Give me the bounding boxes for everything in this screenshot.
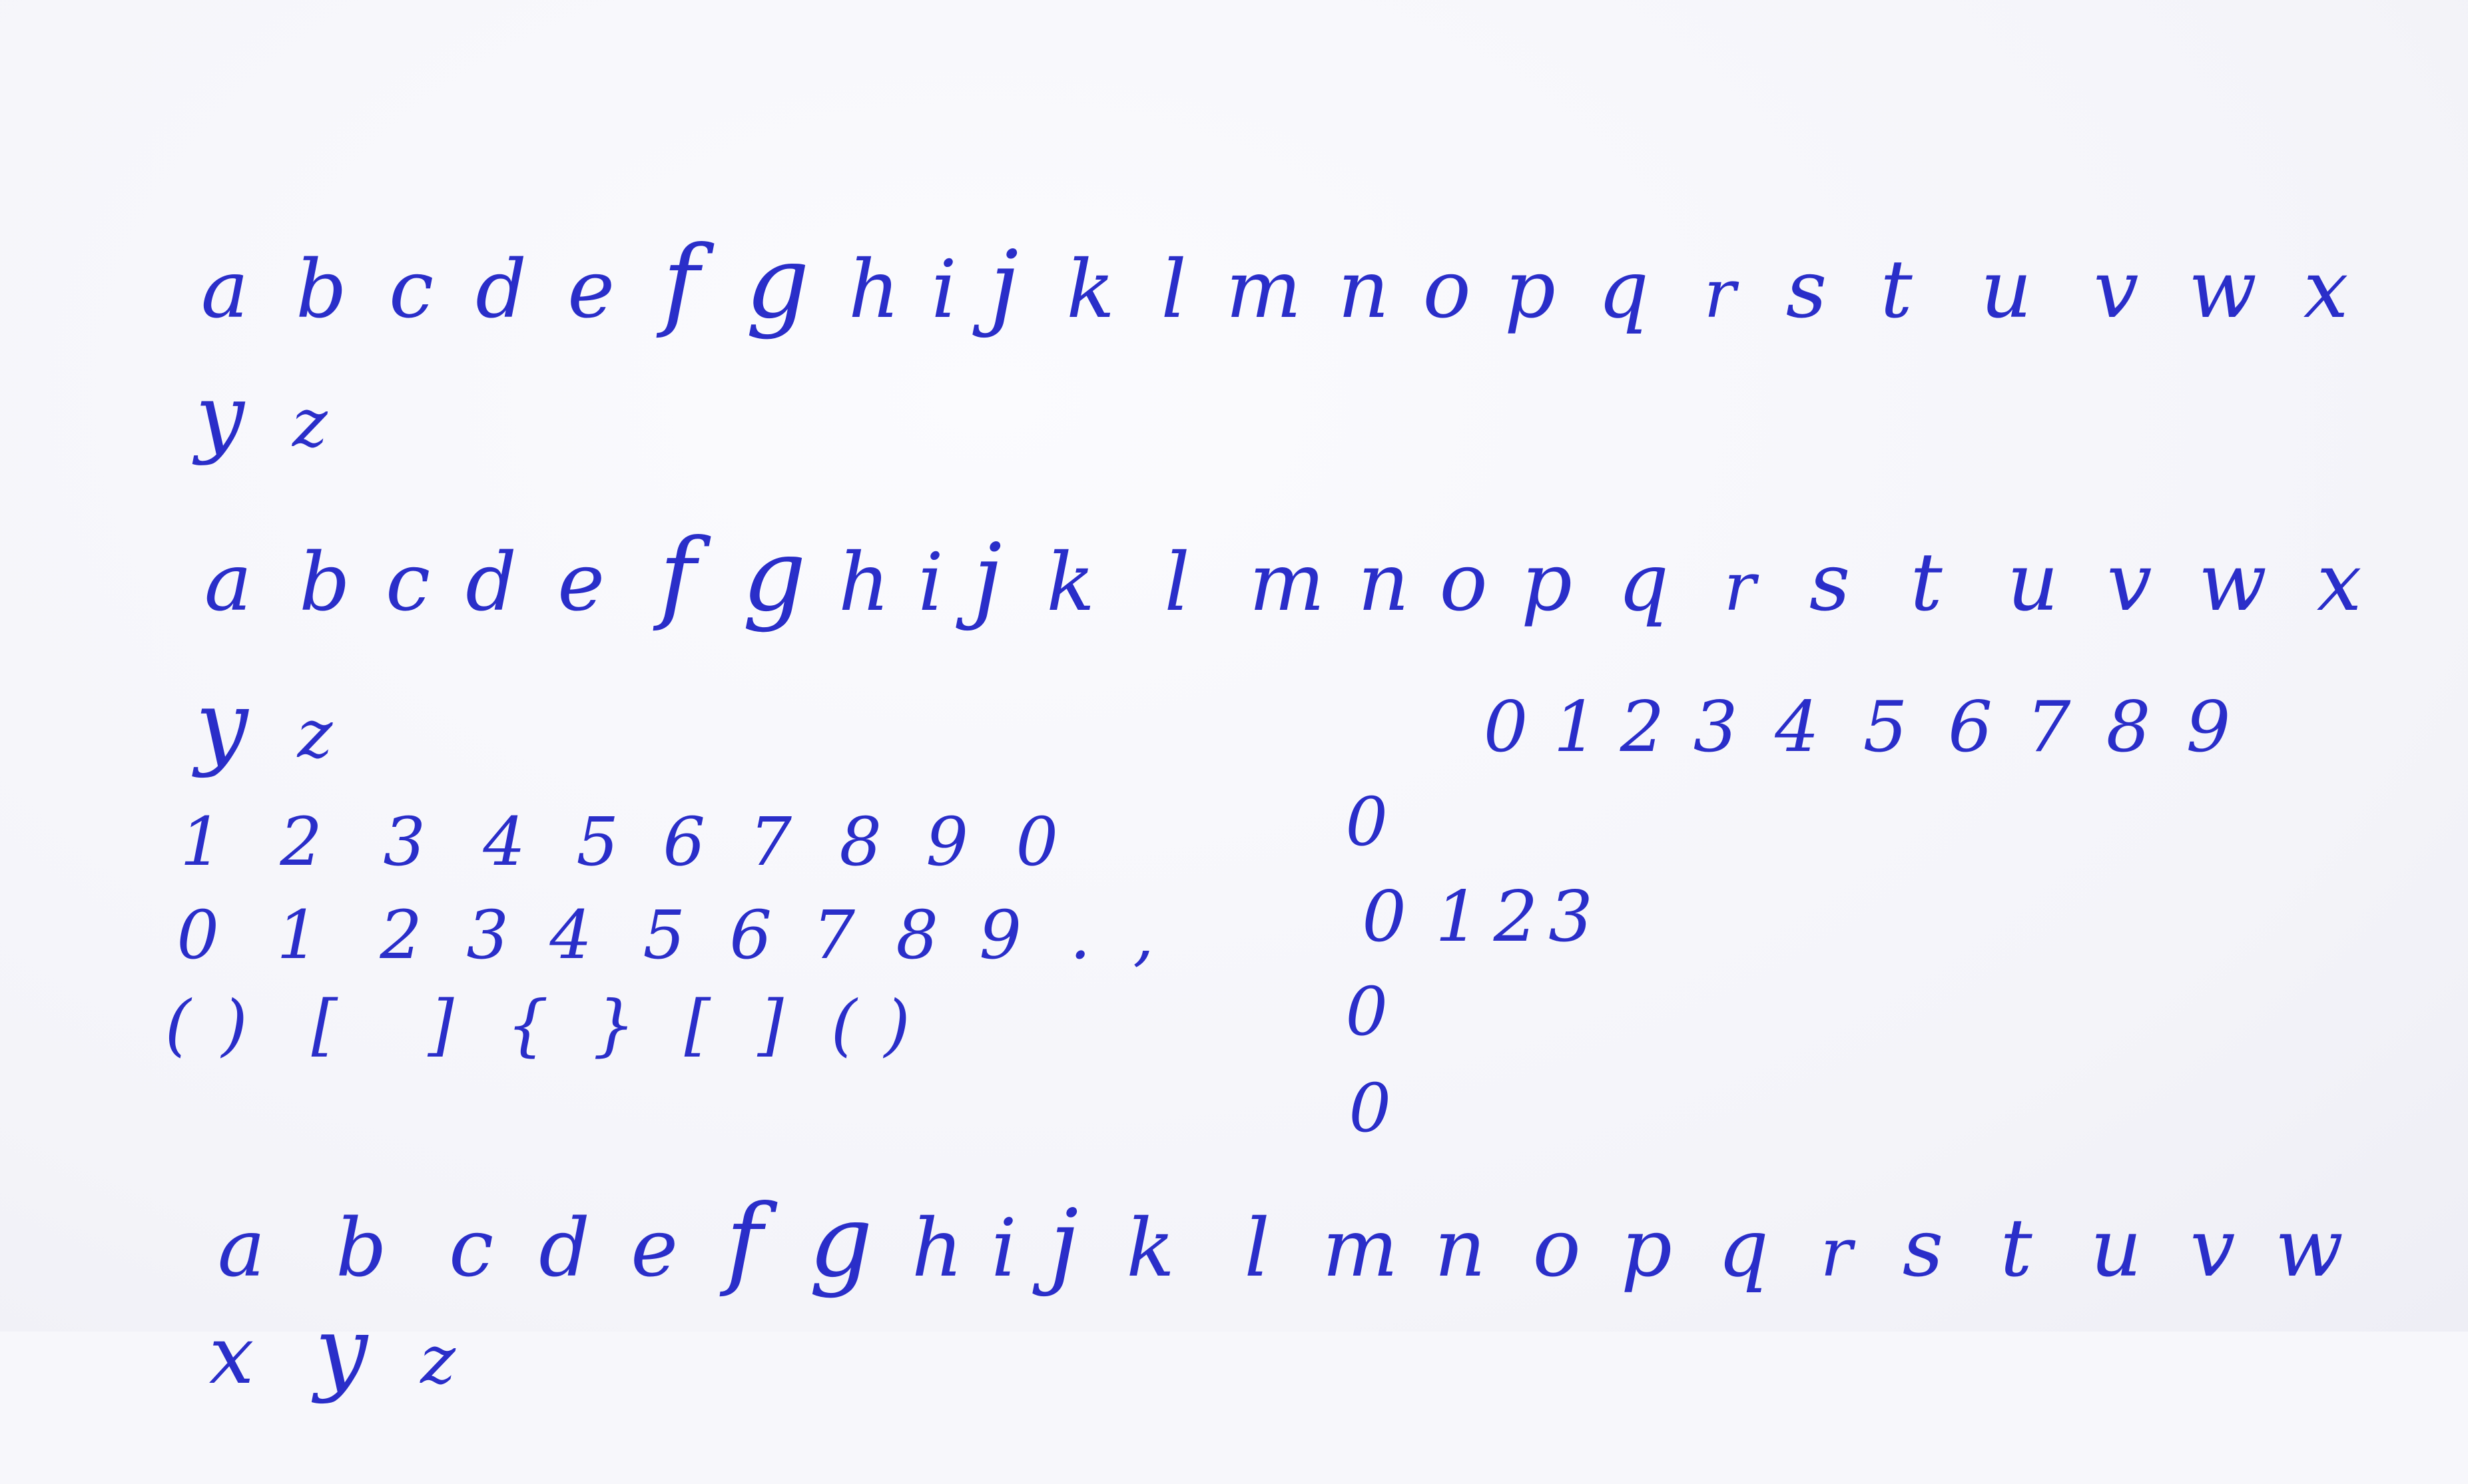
glyph: w: [2275, 1202, 2343, 1295]
glyph: h: [838, 537, 890, 629]
glyph: s: [1809, 537, 1851, 629]
glyph: h: [848, 244, 900, 336]
glyph: 2: [1620, 686, 1665, 768]
glyph: g: [745, 225, 810, 341]
brackets-row: () [] {} [] (): [67, 925, 924, 1125]
glyph: q: [1618, 537, 1669, 629]
glyph: j: [989, 231, 1019, 340]
glyph: j: [1049, 1190, 1079, 1298]
alphabet-3-line-2: xyz: [77, 1225, 478, 1478]
glyph: (: [164, 986, 191, 1064]
glyph: z: [420, 1321, 456, 1399]
glyph: p: [1504, 244, 1556, 336]
glyph: i: [918, 537, 944, 629]
glyph: c: [385, 537, 431, 629]
glyph: k: [1066, 244, 1115, 336]
glyph: i: [991, 1202, 1017, 1295]
glyph: ]: [757, 986, 784, 1064]
glyph: o: [1422, 244, 1471, 336]
glyph: [: [684, 986, 711, 1064]
glyph: e: [631, 1202, 679, 1295]
glyph: l: [1164, 537, 1190, 629]
glyph: n: [1337, 244, 1390, 336]
glyph: l: [1244, 1202, 1270, 1295]
glyph: 9: [2186, 686, 2231, 768]
glyph: x: [2303, 244, 2349, 336]
glyph: l: [1161, 244, 1187, 336]
glyph: w: [2198, 537, 2267, 629]
glyph: 3: [1693, 686, 1738, 768]
glyph: r: [1723, 548, 1756, 626]
glyph: 0: [1483, 686, 1528, 768]
glyph: p: [1621, 1202, 1672, 1295]
glyph: r: [1703, 255, 1736, 333]
glyph: ]: [428, 986, 454, 1064]
glyph: r: [1820, 1214, 1853, 1292]
glyph: o: [1439, 537, 1488, 629]
glyph: {: [506, 986, 549, 1064]
glyph: t: [1880, 244, 1913, 336]
glyph: ,: [1133, 896, 1155, 974]
glyph: 1: [1435, 876, 1480, 957]
glyph: ): [884, 986, 910, 1064]
glyph: f: [662, 225, 700, 341]
glyph: j: [972, 524, 1002, 632]
glyph: t: [2000, 1202, 2032, 1295]
glyph: d: [465, 537, 517, 629]
glyph: m: [1322, 1202, 1398, 1295]
glyph: q: [1717, 1202, 1769, 1295]
glyph: s: [1902, 1202, 1944, 1295]
glyph: 7: [2026, 686, 2071, 768]
glyph: 6: [1948, 686, 1993, 768]
glyph: 2: [1493, 876, 1538, 957]
glyph: q: [1598, 244, 1649, 336]
glyph: 8: [2106, 686, 2151, 768]
glyph: t: [1910, 537, 1943, 629]
glyph: d: [539, 1202, 590, 1295]
glyph: h: [911, 1202, 964, 1295]
glyph: e: [567, 244, 615, 336]
digits-right-row: 0123456789: [1379, 622, 2247, 832]
glyph: n: [1357, 537, 1410, 629]
glyph: o: [1532, 1202, 1581, 1295]
glyph: 5: [1863, 686, 1908, 768]
glyph: ): [221, 986, 248, 1064]
glyph: (: [830, 986, 857, 1064]
glyph: x: [2316, 537, 2362, 629]
glyph: n: [1434, 1202, 1486, 1295]
glyph: [: [311, 986, 338, 1064]
glyph: y: [315, 1297, 368, 1405]
glyph: c: [388, 244, 434, 336]
paper-sheet: abcdefghijklmnopqrstuvwx yz abcdefghijkl…: [0, 0, 2468, 1398]
glyph: f: [725, 1184, 763, 1300]
glyph: x: [208, 1310, 254, 1402]
glyph: .: [1070, 896, 1091, 974]
glyph: s: [1785, 244, 1827, 336]
glyph: w: [2188, 244, 2257, 336]
glyph: e: [557, 537, 605, 629]
glyph: u: [1980, 244, 2032, 336]
glyph: }: [593, 986, 635, 1064]
glyph: i: [931, 244, 957, 336]
glyph: p: [1521, 537, 1572, 629]
glyph: d: [475, 244, 527, 336]
glyph: u: [2090, 1202, 2142, 1295]
glyph: 4: [1775, 686, 1819, 768]
glyph: g: [808, 1184, 873, 1300]
glyph: g: [742, 518, 806, 634]
glyph: v: [2190, 1202, 2236, 1295]
glyph: m: [1225, 244, 1302, 336]
glyph: f: [659, 518, 697, 634]
glyph: 1: [1553, 686, 1598, 768]
glyph: m: [1249, 537, 1325, 629]
glyph: 3: [1548, 876, 1593, 957]
glyph: k: [1126, 1202, 1175, 1295]
glyph: u: [2006, 537, 2059, 629]
glyph: v: [2106, 537, 2152, 629]
glyph: 9: [979, 896, 1022, 974]
glyph: v: [2093, 244, 2139, 336]
alphabet-1-line-1: abcdefghijklmnopqrstuvwx: [73, 153, 2373, 413]
glyph: k: [1046, 537, 1095, 629]
